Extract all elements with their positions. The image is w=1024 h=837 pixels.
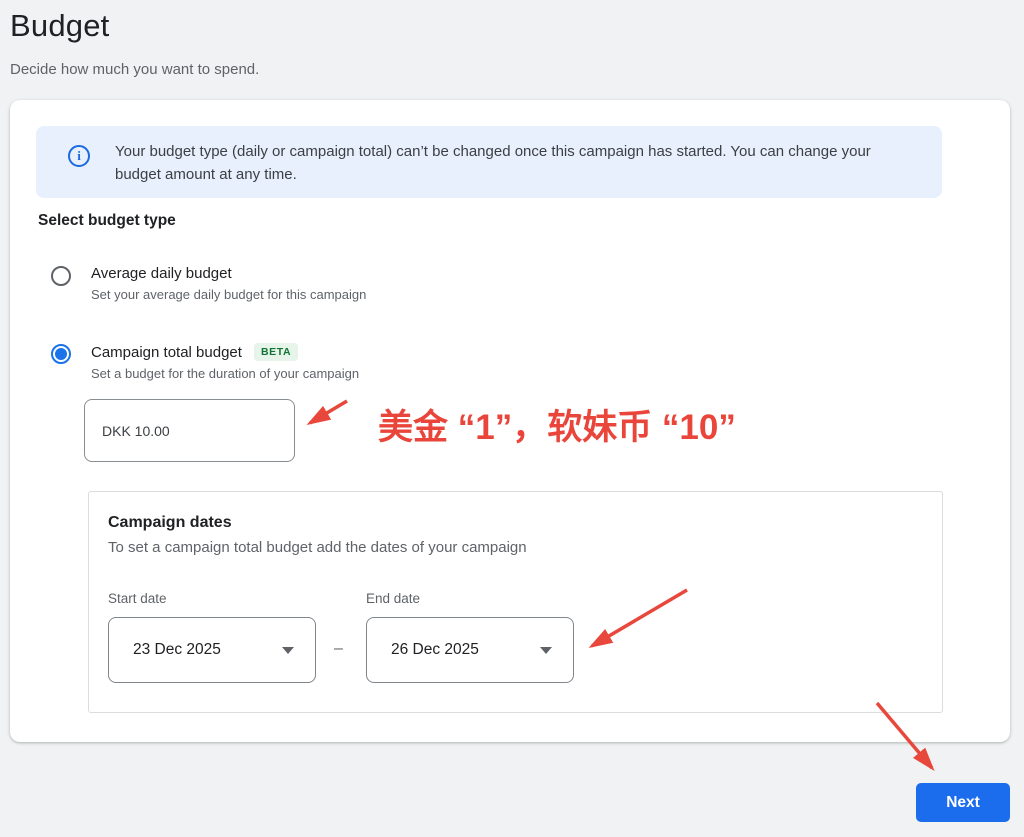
radio-option-campaign-total-budget[interactable]: Campaign total budget BETA Set a budget … (51, 343, 359, 381)
budget-type-heading: Select budget type (38, 212, 176, 229)
budget-amount-input[interactable] (84, 399, 295, 462)
date-range-separator: – (334, 640, 343, 657)
budget-step-page: Budget Decide how much you want to spend… (0, 0, 1024, 837)
radio-label: Campaign total budget (91, 343, 242, 361)
radio-dot (55, 348, 67, 360)
campaign-dates-subtitle: To set a campaign total budget add the d… (108, 539, 527, 556)
info-icon: i (68, 145, 90, 167)
campaign-dates-heading: Campaign dates (108, 514, 232, 531)
info-banner-text: Your budget type (daily or campaign tota… (115, 143, 871, 183)
radio-option-average-daily-budget[interactable]: Average daily budget Set your average da… (51, 265, 366, 302)
handwritten-annotation-budget-note: 美金 “1”，软妹币 “10” (378, 408, 736, 447)
start-date-select[interactable]: 23 Dec 2025 (108, 617, 316, 683)
info-banner: i Your budget type (daily or campaign to… (36, 126, 942, 198)
beta-badge: BETA (253, 343, 299, 361)
radio-selected-icon[interactable] (51, 344, 71, 364)
end-date-label: End date (366, 591, 421, 606)
radio-label: Average daily budget (91, 265, 232, 282)
page-title: Budget (10, 8, 110, 43)
start-date-value: 23 Dec 2025 (133, 641, 221, 658)
radio-description: Set your average daily budget for this c… (91, 287, 367, 302)
chevron-down-icon (282, 646, 294, 654)
start-date-label: Start date (108, 591, 167, 606)
radio-unselected-icon[interactable] (51, 266, 71, 286)
campaign-dates-section: Campaign dates To set a campaign total b… (88, 491, 943, 713)
next-button[interactable]: Next (916, 783, 1010, 822)
chevron-down-icon (540, 646, 552, 654)
end-date-value: 26 Dec 2025 (391, 641, 479, 658)
radio-description: Set a budget for the duration of your ca… (91, 366, 360, 381)
page-subtitle: Decide how much you want to spend. (10, 61, 260, 78)
end-date-select[interactable]: 26 Dec 2025 (366, 617, 574, 683)
